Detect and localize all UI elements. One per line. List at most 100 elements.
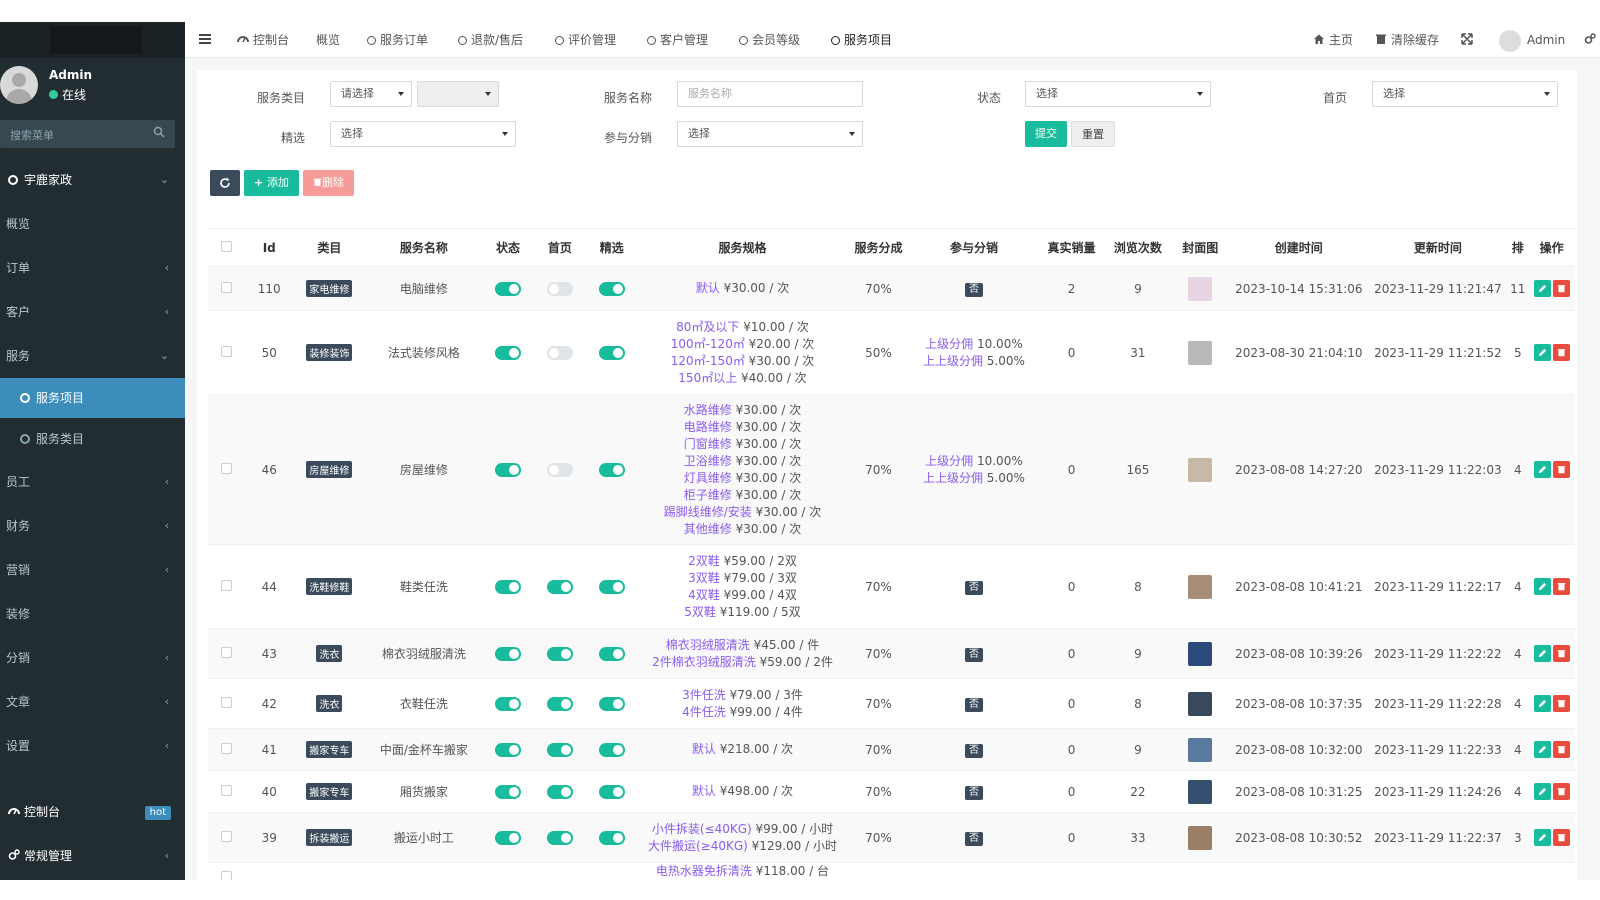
row-checkbox[interactable] bbox=[221, 742, 233, 754]
row-checkbox[interactable] bbox=[221, 646, 233, 658]
sidebar-item-1[interactable]: 概览 bbox=[0, 202, 185, 246]
sidebar-item-0[interactable]: 宇鹿家政 ⌄ bbox=[0, 158, 185, 202]
home-toggle[interactable] bbox=[546, 830, 573, 845]
featured-toggle[interactable] bbox=[598, 696, 625, 711]
status-toggle[interactable] bbox=[494, 281, 521, 296]
clear-cache-button[interactable]: 清除缓存 bbox=[1375, 22, 1439, 58]
cover-image[interactable] bbox=[1188, 825, 1213, 850]
tab-reviews[interactable]: 评价管理 bbox=[555, 22, 616, 58]
delete-row-button[interactable] bbox=[1552, 461, 1570, 478]
cover-image[interactable] bbox=[1188, 641, 1213, 666]
sidebar-item-11[interactable]: 分销 ‹ bbox=[0, 636, 185, 680]
row-checkbox[interactable] bbox=[221, 830, 233, 842]
cover-image[interactable] bbox=[1188, 340, 1213, 365]
delete-row-button[interactable] bbox=[1552, 829, 1570, 846]
status-toggle[interactable] bbox=[494, 784, 521, 799]
row-checkbox[interactable] bbox=[221, 784, 233, 796]
status-toggle[interactable] bbox=[494, 830, 521, 845]
sidebar-item-3[interactable]: 客户 ‹ bbox=[0, 290, 185, 334]
delete-row-button[interactable] bbox=[1552, 344, 1570, 361]
delete-row-button[interactable] bbox=[1552, 783, 1570, 800]
row-checkbox[interactable] bbox=[221, 281, 233, 293]
edit-button[interactable] bbox=[1533, 280, 1551, 297]
featured-toggle[interactable] bbox=[598, 281, 625, 296]
edit-button[interactable] bbox=[1533, 741, 1551, 758]
settings-button[interactable] bbox=[1584, 22, 1596, 58]
sidebar-item-4[interactable]: 服务 ⌄ bbox=[0, 334, 185, 378]
sidebar-item-6[interactable]: 服务类目 bbox=[0, 418, 185, 460]
featured-toggle[interactable] bbox=[598, 830, 625, 845]
featured-select[interactable]: 选择 bbox=[330, 121, 516, 147]
sidebar-item-8[interactable]: 财务 ‹ bbox=[0, 504, 185, 548]
home-select[interactable]: 选择 bbox=[1372, 81, 1558, 107]
cogs-icon[interactable] bbox=[1584, 33, 1596, 45]
delete-row-button[interactable] bbox=[1552, 741, 1570, 758]
sidebar-item-13[interactable]: 设置 ‹ bbox=[0, 724, 185, 768]
user-menu[interactable]: Admin bbox=[1499, 22, 1565, 58]
sidebar-item-7[interactable]: 员工 ‹ bbox=[0, 460, 185, 504]
edit-button[interactable] bbox=[1533, 829, 1551, 846]
row-checkbox[interactable] bbox=[221, 696, 233, 708]
home-toggle[interactable] bbox=[546, 696, 573, 711]
edit-button[interactable] bbox=[1533, 783, 1551, 800]
delete-row-button[interactable] bbox=[1552, 578, 1570, 595]
subcategory-select[interactable] bbox=[417, 81, 499, 107]
fullscreen-button[interactable] bbox=[1461, 22, 1473, 58]
status-toggle[interactable] bbox=[494, 462, 521, 477]
cover-image[interactable] bbox=[1188, 779, 1213, 804]
tab-service-items[interactable]: 服务项目 bbox=[831, 22, 892, 58]
delete-row-button[interactable] bbox=[1552, 280, 1570, 297]
sidebar-item-5[interactable]: 服务项目 bbox=[0, 378, 185, 418]
cover-image[interactable] bbox=[1188, 691, 1213, 716]
home-toggle[interactable] bbox=[546, 462, 573, 477]
service-name-input[interactable]: 服务名称 bbox=[677, 81, 863, 107]
reset-button[interactable]: 重置 bbox=[1071, 121, 1115, 147]
home-toggle[interactable] bbox=[546, 281, 573, 296]
edit-button[interactable] bbox=[1533, 344, 1551, 361]
sidebar-item-12[interactable]: 文章 ‹ bbox=[0, 680, 185, 724]
tab-member-levels[interactable]: 会员等级 bbox=[739, 22, 800, 58]
cover-image[interactable] bbox=[1188, 737, 1213, 762]
menu-toggle-button[interactable] bbox=[199, 22, 211, 58]
status-toggle[interactable] bbox=[494, 345, 521, 360]
tab-refund[interactable]: 退款/售后 bbox=[458, 22, 523, 58]
delete-button[interactable]: 删除 bbox=[303, 170, 354, 196]
cover-image[interactable] bbox=[1188, 574, 1213, 599]
delete-row-button[interactable] bbox=[1552, 645, 1570, 662]
cover-image[interactable] bbox=[1188, 457, 1213, 482]
distribution-select[interactable]: 选择 bbox=[677, 121, 863, 147]
status-toggle[interactable] bbox=[494, 579, 521, 594]
featured-toggle[interactable] bbox=[598, 742, 625, 757]
tab-dashboard[interactable]: 控制台 bbox=[237, 22, 289, 58]
featured-toggle[interactable] bbox=[598, 345, 625, 360]
featured-toggle[interactable] bbox=[598, 646, 625, 661]
sidebar-item-general[interactable]: 常规管理 ‹ bbox=[0, 834, 185, 878]
edit-button[interactable] bbox=[1533, 461, 1551, 478]
home-toggle[interactable] bbox=[546, 784, 573, 799]
delete-row-button[interactable] bbox=[1552, 695, 1570, 712]
row-checkbox[interactable] bbox=[221, 462, 233, 474]
hamburger-icon[interactable] bbox=[199, 33, 211, 45]
select-all-checkbox[interactable] bbox=[221, 240, 233, 252]
home-toggle[interactable] bbox=[546, 345, 573, 360]
edit-button[interactable] bbox=[1533, 578, 1551, 595]
expand-icon[interactable] bbox=[1461, 33, 1473, 45]
submit-button[interactable]: 提交 bbox=[1025, 121, 1067, 147]
home-toggle[interactable] bbox=[546, 579, 573, 594]
tab-customers[interactable]: 客户管理 bbox=[647, 22, 708, 58]
home-toggle[interactable] bbox=[546, 742, 573, 757]
cover-image[interactable] bbox=[1188, 276, 1213, 301]
row-checkbox[interactable] bbox=[221, 870, 233, 880]
featured-toggle[interactable] bbox=[598, 579, 625, 594]
status-toggle[interactable] bbox=[494, 742, 521, 757]
status-select[interactable]: 选择 bbox=[1025, 81, 1211, 107]
add-button[interactable]: + 添加 bbox=[244, 170, 300, 196]
tab-overview[interactable]: 概览 bbox=[316, 22, 340, 58]
category-select[interactable]: 请选择 bbox=[330, 81, 412, 107]
status-toggle[interactable] bbox=[494, 646, 521, 661]
refresh-icon[interactable] bbox=[219, 177, 231, 189]
row-checkbox[interactable] bbox=[221, 345, 233, 357]
row-checkbox[interactable] bbox=[221, 579, 233, 591]
status-toggle[interactable] bbox=[494, 696, 521, 711]
home-toggle[interactable] bbox=[546, 646, 573, 661]
